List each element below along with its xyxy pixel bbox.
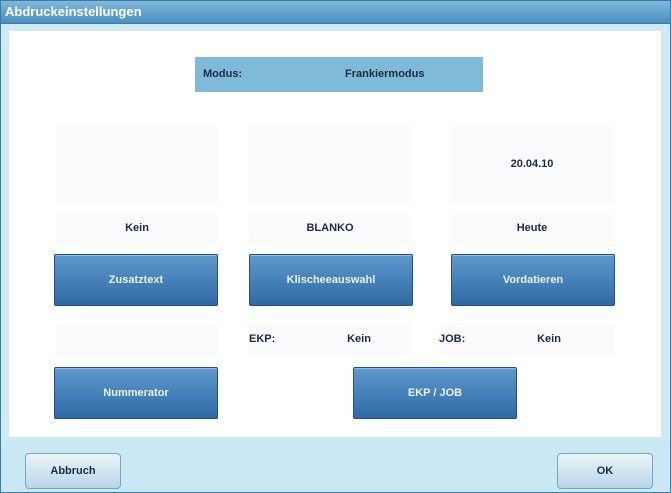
ekp-field: EKP: Kein — [249, 323, 411, 357]
additional-text-preview — [56, 126, 218, 204]
window-title: Abdruckeinstellungen — [5, 4, 142, 19]
numerator-value-box — [56, 323, 218, 357]
cliche-value-box: BLANKO — [249, 215, 411, 243]
cliche-value: BLANKO — [306, 222, 354, 234]
job-field: JOB: Kein — [439, 323, 614, 357]
date-value-box: Heute — [451, 215, 613, 243]
additional-text-button[interactable]: Zusatztext — [54, 254, 218, 306]
date-preview-value: 20.04.10 — [510, 158, 554, 170]
predate-button[interactable]: Vordatieren — [451, 254, 615, 306]
mode-label: Modus: — [203, 68, 243, 80]
ekp-job-button[interactable]: EKP / JOB — [353, 367, 517, 419]
ok-button[interactable]: OK — [557, 453, 653, 489]
date-preview: 20.04.10 — [451, 126, 613, 204]
job-value: Kein — [537, 333, 561, 345]
ekp-label: EKP: — [249, 333, 276, 345]
cancel-button[interactable]: Abbruch — [25, 453, 121, 489]
cliche-preview — [249, 126, 411, 204]
cliche-selection-button[interactable]: Klischeeauswahl — [249, 254, 413, 306]
date-value: Heute — [516, 222, 548, 234]
numerator-button[interactable]: Nummerator — [54, 367, 218, 419]
dialog-window: Abdruckeinstellungen Modus: Frankiermodu… — [0, 0, 671, 493]
footer-bar: Abbruch OK — [1, 441, 670, 492]
mode-field: Modus: Frankiermodus — [195, 57, 483, 92]
additional-text-value-box: Kein — [56, 215, 218, 243]
job-label: JOB: — [439, 333, 466, 345]
mode-value: Frankiermodus — [345, 68, 425, 80]
additional-text-value: Kein — [125, 222, 149, 234]
ekp-value: Kein — [347, 333, 371, 345]
title-bar: Abdruckeinstellungen — [1, 1, 670, 24]
